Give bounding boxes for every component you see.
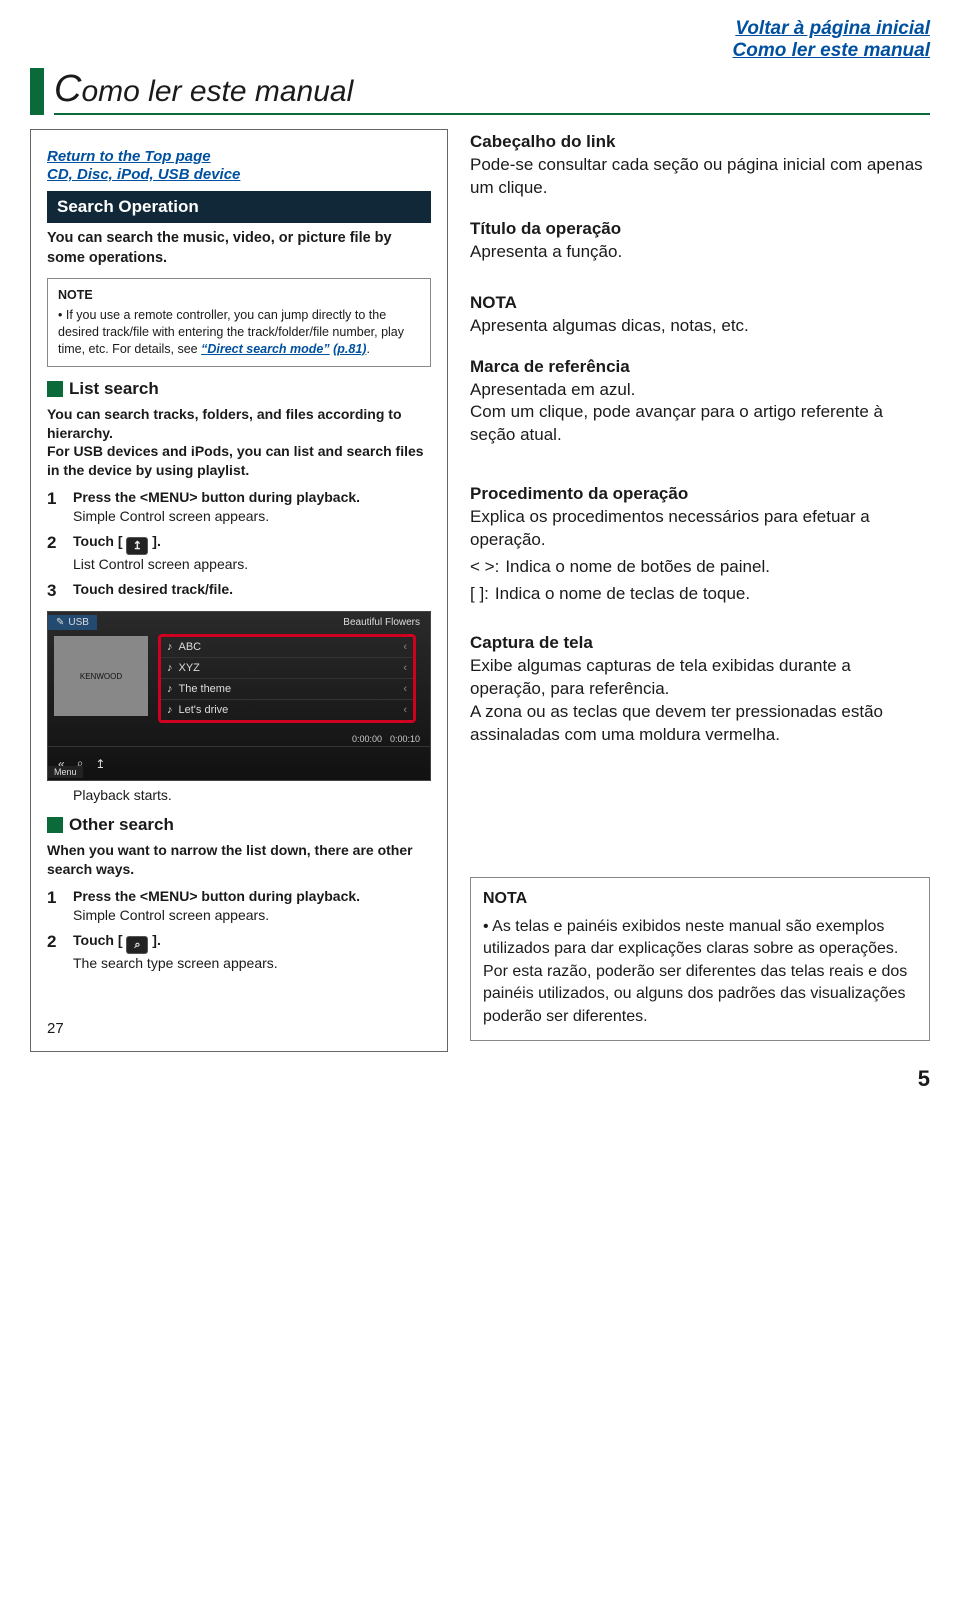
playback-starts-text: Playback starts. [73,787,431,803]
link-direct-search-mode[interactable]: Direct search mode [201,342,330,356]
inner-page-number: 27 [47,1020,64,1037]
album-art-placeholder: KENWOOD [54,636,148,716]
subheading-other-search: Other search [47,815,431,835]
link-device-category[interactable]: CD, Disc, iPod, USB device [47,166,431,183]
legend-nota: NOTA Apresenta algumas dicas, notas, etc… [470,292,930,338]
step-2-1: 1 Press the <MENU> button during playbac… [47,887,431,925]
nota-item: As telas e painéis exibidos neste manual… [483,916,917,1028]
subheading-list-search: List search [47,379,431,399]
highlighted-list: ♪ ABC‹ ♪ XYZ‹ ♪ The theme‹ ♪ Let's drive… [158,634,416,723]
legend-screenshot: Captura de tela Exibe algumas capturas d… [470,632,930,747]
control-bar: « ⌕ ↥ Menu [48,746,430,780]
green-marker-icon [47,817,63,833]
legend-column: Cabeçalho do link Pode-se consultar cada… [470,129,930,1041]
header-links: Voltar à página inicial Como ler este ma… [30,18,930,62]
steps-2: 1 Press the <MENU> button during playbac… [47,887,431,973]
link-home[interactable]: Voltar à página inicial [30,18,930,40]
nota-box-bottom: NOTA As telas e painéis exibidos neste m… [470,877,930,1041]
list-item[interactable]: ♪ The theme‹ [161,679,413,700]
list-item[interactable]: ♪ Let's drive‹ [161,700,413,720]
link-return-top[interactable]: Return to the Top page [47,148,431,165]
note-box: NOTE • If you use a remote controller, y… [47,278,431,367]
link-how-to-read[interactable]: Como ler este manual [30,40,930,62]
steps-1: 1 Press the <MENU> button during playbac… [47,488,431,603]
step-1-3: 3 Touch desired track/file. [47,580,431,603]
green-marker-icon [47,381,63,397]
current-file-label: Beautiful Flowers [343,617,430,628]
square-bracket-symbol: [ ]: [470,583,489,606]
operation-description: You can search the music, video, or pict… [47,229,431,268]
legend-operation-title: Título da operação Apresenta a função. [470,218,930,264]
note-body: • If you use a remote controller, you ca… [58,307,420,358]
page-title-rest: omo ler este manual [81,75,353,108]
time-readout: 0:00:000:00:10 [352,734,420,744]
other-search-body: When you want to narrow the list down, t… [47,841,431,879]
device-screenshot: ✎ USB Beautiful Flowers KENWOOD ♪ ABC‹ ♪… [47,611,431,781]
menu-label[interactable]: Menu [48,766,83,778]
magnifier-icon: ⌕ [126,936,148,954]
step-1-2: 2 Touch [ ↥ ]. List Control screen appea… [47,532,431,574]
page-title-cap: C [54,68,81,110]
list-up-icon: ↥ [126,537,148,555]
step-1-1: 1 Press the <MENU> button during playbac… [47,488,431,526]
page-title: Como ler este manual [30,68,930,115]
operation-title-bar: Search Operation [47,191,431,223]
up-icon[interactable]: ↥ [95,757,105,771]
list-search-body: You can search tracks, folders, and file… [47,405,431,481]
angle-bracket-symbol: < >: [470,556,499,579]
list-item[interactable]: ♪ ABC‹ [161,637,413,658]
step-2-2: 2 Touch [ ⌕ ]. The search type screen ap… [47,931,431,973]
legend-procedure: Procedimento da operação Explica os proc… [470,483,930,606]
note-heading: NOTE [58,287,420,304]
legend-reference-mark: Marca de referência Apresentada em azul.… [470,356,930,448]
page-number: 5 [30,1066,930,1092]
list-item[interactable]: ♪ XYZ‹ [161,658,413,679]
example-panel: Return to the Top page CD, Disc, iPod, U… [30,129,448,1052]
usb-badge: ✎ USB [48,615,97,630]
legend-link-header: Cabeçalho do link Pode-se consultar cada… [470,131,930,200]
